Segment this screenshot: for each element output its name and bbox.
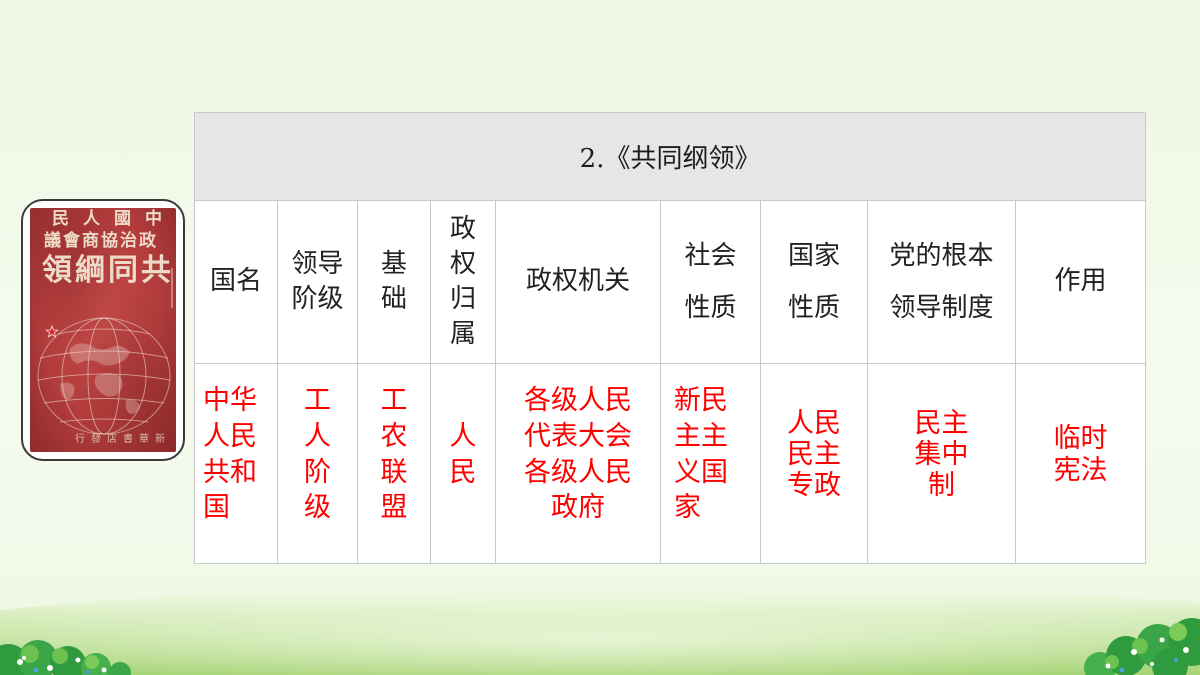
value-leading-class: 工人阶级 <box>304 384 331 524</box>
value-country-name: 中华人民共和国 <box>203 384 257 524</box>
value-cell-country-name: 中华人民共和国 <box>194 363 278 564</box>
value-cell-organs-of-power: 各级人民代表大会各级人民政府 <box>495 363 661 564</box>
header-cell-party-leadership-system: 党的根本领导制度 <box>867 200 1016 364</box>
header-cell-leading-class: 领导阶级 <box>277 200 358 364</box>
value-cell-power-ownership: 人民 <box>430 363 496 564</box>
value-role: 临时宪法 <box>1053 423 1108 486</box>
cover-publisher: 新華書店發行 <box>75 434 171 445</box>
header-cell-social-nature: 社会性质 <box>660 200 761 364</box>
header-cell-foundation: 基础 <box>357 200 431 364</box>
header-row: 国名 领导阶级 基础 政权归属 政权机关 社会性质 国家性质 党的根本领导制度 … <box>194 200 1147 364</box>
header-leading-class: 领导阶级 <box>291 248 344 314</box>
cover-title-line-3: 共同綱領 <box>42 253 174 288</box>
value-cell-state-nature: 人民民主专政 <box>760 363 868 564</box>
header-cell-organs-of-power: 政权机关 <box>495 200 661 364</box>
header-social-nature: 社会性质 <box>684 241 737 323</box>
value-row: 中华人民共和国 工人阶级 工农联盟 人民 各级人民代表大会各级人民政府 新民主主… <box>194 363 1147 564</box>
header-power-ownership: 政权归属 <box>449 213 476 350</box>
cover-title-line-1: 中國人民 <box>52 209 176 229</box>
value-organs-of-power: 各级人民代表大会各级人民政府 <box>524 384 632 524</box>
value-cell-social-nature: 新民主主义国家 <box>660 363 761 564</box>
book-cover-frame: 中國人民 政治協商會議 共同綱領 新華書店發行 <box>21 199 185 461</box>
header-foundation: 基础 <box>380 248 407 314</box>
title-row: 2.《共同纲领》 <box>193 112 1147 201</box>
value-state-nature: 人民民主专政 <box>787 407 841 502</box>
value-power-ownership: 人民 <box>449 420 477 488</box>
header-organs-of-power: 政权机关 <box>525 266 630 297</box>
star-icon <box>45 324 59 338</box>
header-cell-role: 作用 <box>1014 200 1147 364</box>
value-cell-party-leadership-system: 民主集中制 <box>867 363 1016 564</box>
value-social-nature: 新民主主义国家 <box>674 384 728 524</box>
value-cell-role: 临时宪法 <box>1014 363 1147 564</box>
value-cell-leading-class: 工人阶级 <box>277 363 358 564</box>
value-foundation: 工农联盟 <box>380 384 408 524</box>
value-cell-foundation: 工农联盟 <box>357 363 431 564</box>
header-cell-state-nature: 国家性质 <box>760 200 868 364</box>
header-country-name: 国名 <box>209 266 262 297</box>
book-cover-image: 中國人民 政治協商會議 共同綱領 新華書店發行 <box>30 208 176 452</box>
cover-title-line-2: 政治協商會議 <box>44 231 158 251</box>
header-role: 作用 <box>1054 266 1107 297</box>
header-cell-power-ownership: 政权归属 <box>430 200 496 364</box>
header-state-nature: 国家性质 <box>787 241 840 323</box>
meadow-decoration <box>0 585 1200 675</box>
header-party-leadership-system: 党的根本领导制度 <box>889 241 994 323</box>
slide: 中國人民 政治協商會議 共同綱領 新華書店發行 2.《共同纲领》 国名 领导阶级… <box>0 0 1200 675</box>
header-cell-country-name: 国名 <box>194 200 278 364</box>
common-program-table: 2.《共同纲领》 国名 领导阶级 基础 政权归属 政权机关 社会性质 国家性质 … <box>193 112 1147 564</box>
value-party-leadership-system: 民主集中制 <box>914 407 969 502</box>
table-title: 2.《共同纲领》 <box>193 112 1147 201</box>
